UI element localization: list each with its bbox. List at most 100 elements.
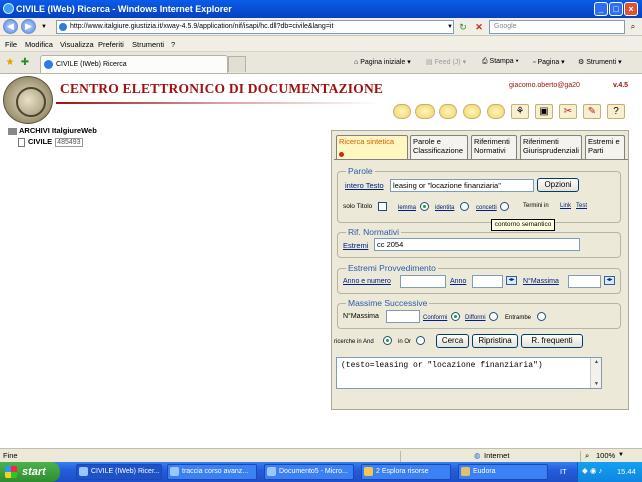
concetti-radio[interactable] <box>500 202 509 211</box>
link-link[interactable]: Link <box>560 203 571 209</box>
tab-label: Ricerca sintetica <box>339 137 395 146</box>
toolbar-folder-icon[interactable]: ▣ <box>535 104 553 119</box>
maximize-button[interactable]: □ <box>609 2 623 16</box>
task-esplora-risorse[interactable]: 2 Esplora risorse <box>361 464 451 480</box>
toolbar-oval-icon-2[interactable] <box>415 104 435 119</box>
app-toolbar: ⚘ ▣ ✂ ✎ ? <box>393 104 633 120</box>
task-civile[interactable]: CIVILE (IWeb) Ricer... <box>76 464 162 480</box>
start-button[interactable]: start <box>0 462 60 482</box>
menu-visualizza[interactable]: Visualizza <box>60 40 94 49</box>
address-dropdown-icon[interactable]: ▼ <box>444 21 456 33</box>
close-button[interactable]: × <box>624 2 638 16</box>
scroll-up-icon[interactable]: ▲ <box>592 358 601 366</box>
archive-tree-root[interactable]: ARCHIVI ItalgiureWeb <box>8 126 97 135</box>
estremi-normativi-link[interactable]: Estremi <box>343 241 368 250</box>
task-eudora[interactable]: Eudora <box>458 464 548 480</box>
toolbar-tree-icon[interactable]: ⚘ <box>511 104 529 119</box>
tab-riferimenti-normativi[interactable]: Riferimenti Normativi <box>471 135 517 159</box>
n-massima-link[interactable]: N°Massima <box>523 278 559 285</box>
stop-icon[interactable]: ✕ <box>473 21 485 33</box>
opzioni-button[interactable]: Opzioni <box>537 178 579 192</box>
toolbar-pencil-icon[interactable]: ✎ <box>583 104 601 119</box>
page-menu-button[interactable]: ▫ Pagina ▾ <box>533 58 565 66</box>
entrambe-radio[interactable] <box>537 312 546 321</box>
minimize-button[interactable]: _ <box>594 2 608 16</box>
menu-strumenti[interactable]: Strumenti <box>132 40 164 49</box>
back-button[interactable]: ◀ <box>3 19 18 34</box>
lemma-radio[interactable] <box>420 202 429 211</box>
menu-help[interactable]: ? <box>171 40 175 49</box>
history-dropdown-icon[interactable]: ▼ <box>38 21 50 33</box>
difformi-link[interactable]: Difformi <box>465 315 486 321</box>
menu-file[interactable]: File <box>5 40 17 49</box>
tab-estremi-parti[interactable]: Estremi e Parti <box>585 135 625 159</box>
tab-page-icon <box>44 60 53 69</box>
anno-range-icon[interactable]: ◂▸ <box>506 276 517 285</box>
estremi-normativi-input[interactable]: cc 2054 <box>374 238 580 251</box>
identita-link[interactable]: identita <box>435 205 454 211</box>
toolbar-oval-icon-3[interactable] <box>439 104 457 119</box>
zoom-level[interactable]: 100% <box>596 451 615 460</box>
ricerche-frequenti-button[interactable]: R. frequenti <box>521 334 583 348</box>
lemma-link[interactable]: lemma <box>398 205 416 211</box>
query-textarea[interactable]: (testo=leasing or "locazione finanziaria… <box>336 357 602 389</box>
difformi-radio[interactable] <box>489 312 498 321</box>
concetti-link[interactable]: concetti <box>476 205 497 211</box>
query-scrollbar[interactable]: ▲ ▼ <box>590 358 601 388</box>
massima-range-icon[interactable]: ◂▸ <box>604 276 615 285</box>
cerca-button[interactable]: Cerca <box>436 334 469 348</box>
conformi-radio[interactable] <box>451 312 460 321</box>
tray-icons[interactable]: ◆ ◉ ♪ <box>582 466 602 475</box>
address-bar[interactable]: http://www.italgiure.giustizia.it/xway-4… <box>56 20 454 34</box>
tools-menu-button[interactable]: ⚙ Strumenti ▾ <box>578 58 622 66</box>
zoom-dropdown-icon[interactable]: ▼ <box>618 452 624 458</box>
ripristina-button[interactable]: Ripristina <box>472 334 518 348</box>
toolbar-oval-icon-4[interactable] <box>463 104 481 119</box>
conformi-link[interactable]: Conformi <box>423 315 447 321</box>
refresh-icon[interactable]: ↻ <box>457 21 469 33</box>
feed-button[interactable]: ▤ Feed (J) ▾ <box>426 58 466 66</box>
or-radio[interactable] <box>416 336 425 345</box>
identita-radio[interactable] <box>460 202 469 211</box>
toolbar-oval-icon-1[interactable] <box>393 104 411 119</box>
test-link[interactable]: Test <box>576 203 587 209</box>
ie-app-icon <box>3 3 14 14</box>
archive-tree-civile[interactable]: CIVILE 485493 <box>18 137 83 147</box>
scroll-down-icon[interactable]: ▼ <box>592 380 601 388</box>
favorites-star-icon[interactable]: ★ <box>4 57 16 69</box>
tab-parole-classificazione[interactable]: Parole e Classificazione <box>410 135 468 159</box>
active-tab-marker <box>339 152 344 157</box>
menu-preferiti[interactable]: Preferiti <box>98 40 124 49</box>
search-icon[interactable]: ⌕ <box>627 21 639 33</box>
and-radio[interactable] <box>383 336 392 345</box>
task-traccia[interactable]: traccia corso avanz... <box>167 464 257 480</box>
massime-n-massima-input[interactable] <box>386 310 420 323</box>
intero-testo-input[interactable]: leasing or "locazione finanziaria" <box>390 179 534 192</box>
toolbar-oval-icon-5[interactable] <box>487 104 505 119</box>
solo-titolo-checkbox[interactable] <box>378 202 387 211</box>
parole-group: Parole intero Testo leasing or "locazion… <box>337 166 621 223</box>
n-massima-input[interactable] <box>568 275 601 288</box>
menu-modifica[interactable]: Modifica <box>25 40 53 49</box>
anno-numero-input[interactable] <box>400 275 446 288</box>
home-button[interactable]: ⌂ Pagina iniziale ▾ <box>354 58 411 66</box>
language-indicator[interactable]: IT <box>560 467 567 476</box>
tab-ricerca-sintetica[interactable]: Ricerca sintetica <box>336 135 408 159</box>
add-favorites-icon[interactable]: ✚ <box>19 57 31 69</box>
toolbar-help-icon[interactable]: ? <box>607 104 625 119</box>
title-bar[interactable]: CIVILE (IWeb) Ricerca - Windows Internet… <box>0 0 642 18</box>
print-button[interactable]: ⎙ Stampa ▾ <box>482 58 519 66</box>
archive-root-icon <box>8 127 17 135</box>
intero-testo-link[interactable]: intero Testo <box>345 181 384 190</box>
anno-numero-link[interactable]: Anno e numero <box>343 278 391 285</box>
search-input[interactable]: Google <box>489 20 625 34</box>
print-label: Stampa <box>489 58 514 65</box>
forward-button[interactable]: ▶ <box>21 19 36 34</box>
anno-link[interactable]: Anno <box>450 278 466 285</box>
tab-riferimenti-giurisprudenziali[interactable]: Riferimenti Giurisprudenziali <box>520 135 582 159</box>
anno-input[interactable] <box>472 275 503 288</box>
toolbar-scissors-icon[interactable]: ✂ <box>559 104 577 119</box>
task-documento5[interactable]: Documento5 - Micro... <box>264 464 354 480</box>
browser-tab-active[interactable]: CIVILE (IWeb) Ricerca <box>40 55 228 73</box>
new-tab-button[interactable] <box>228 56 246 72</box>
